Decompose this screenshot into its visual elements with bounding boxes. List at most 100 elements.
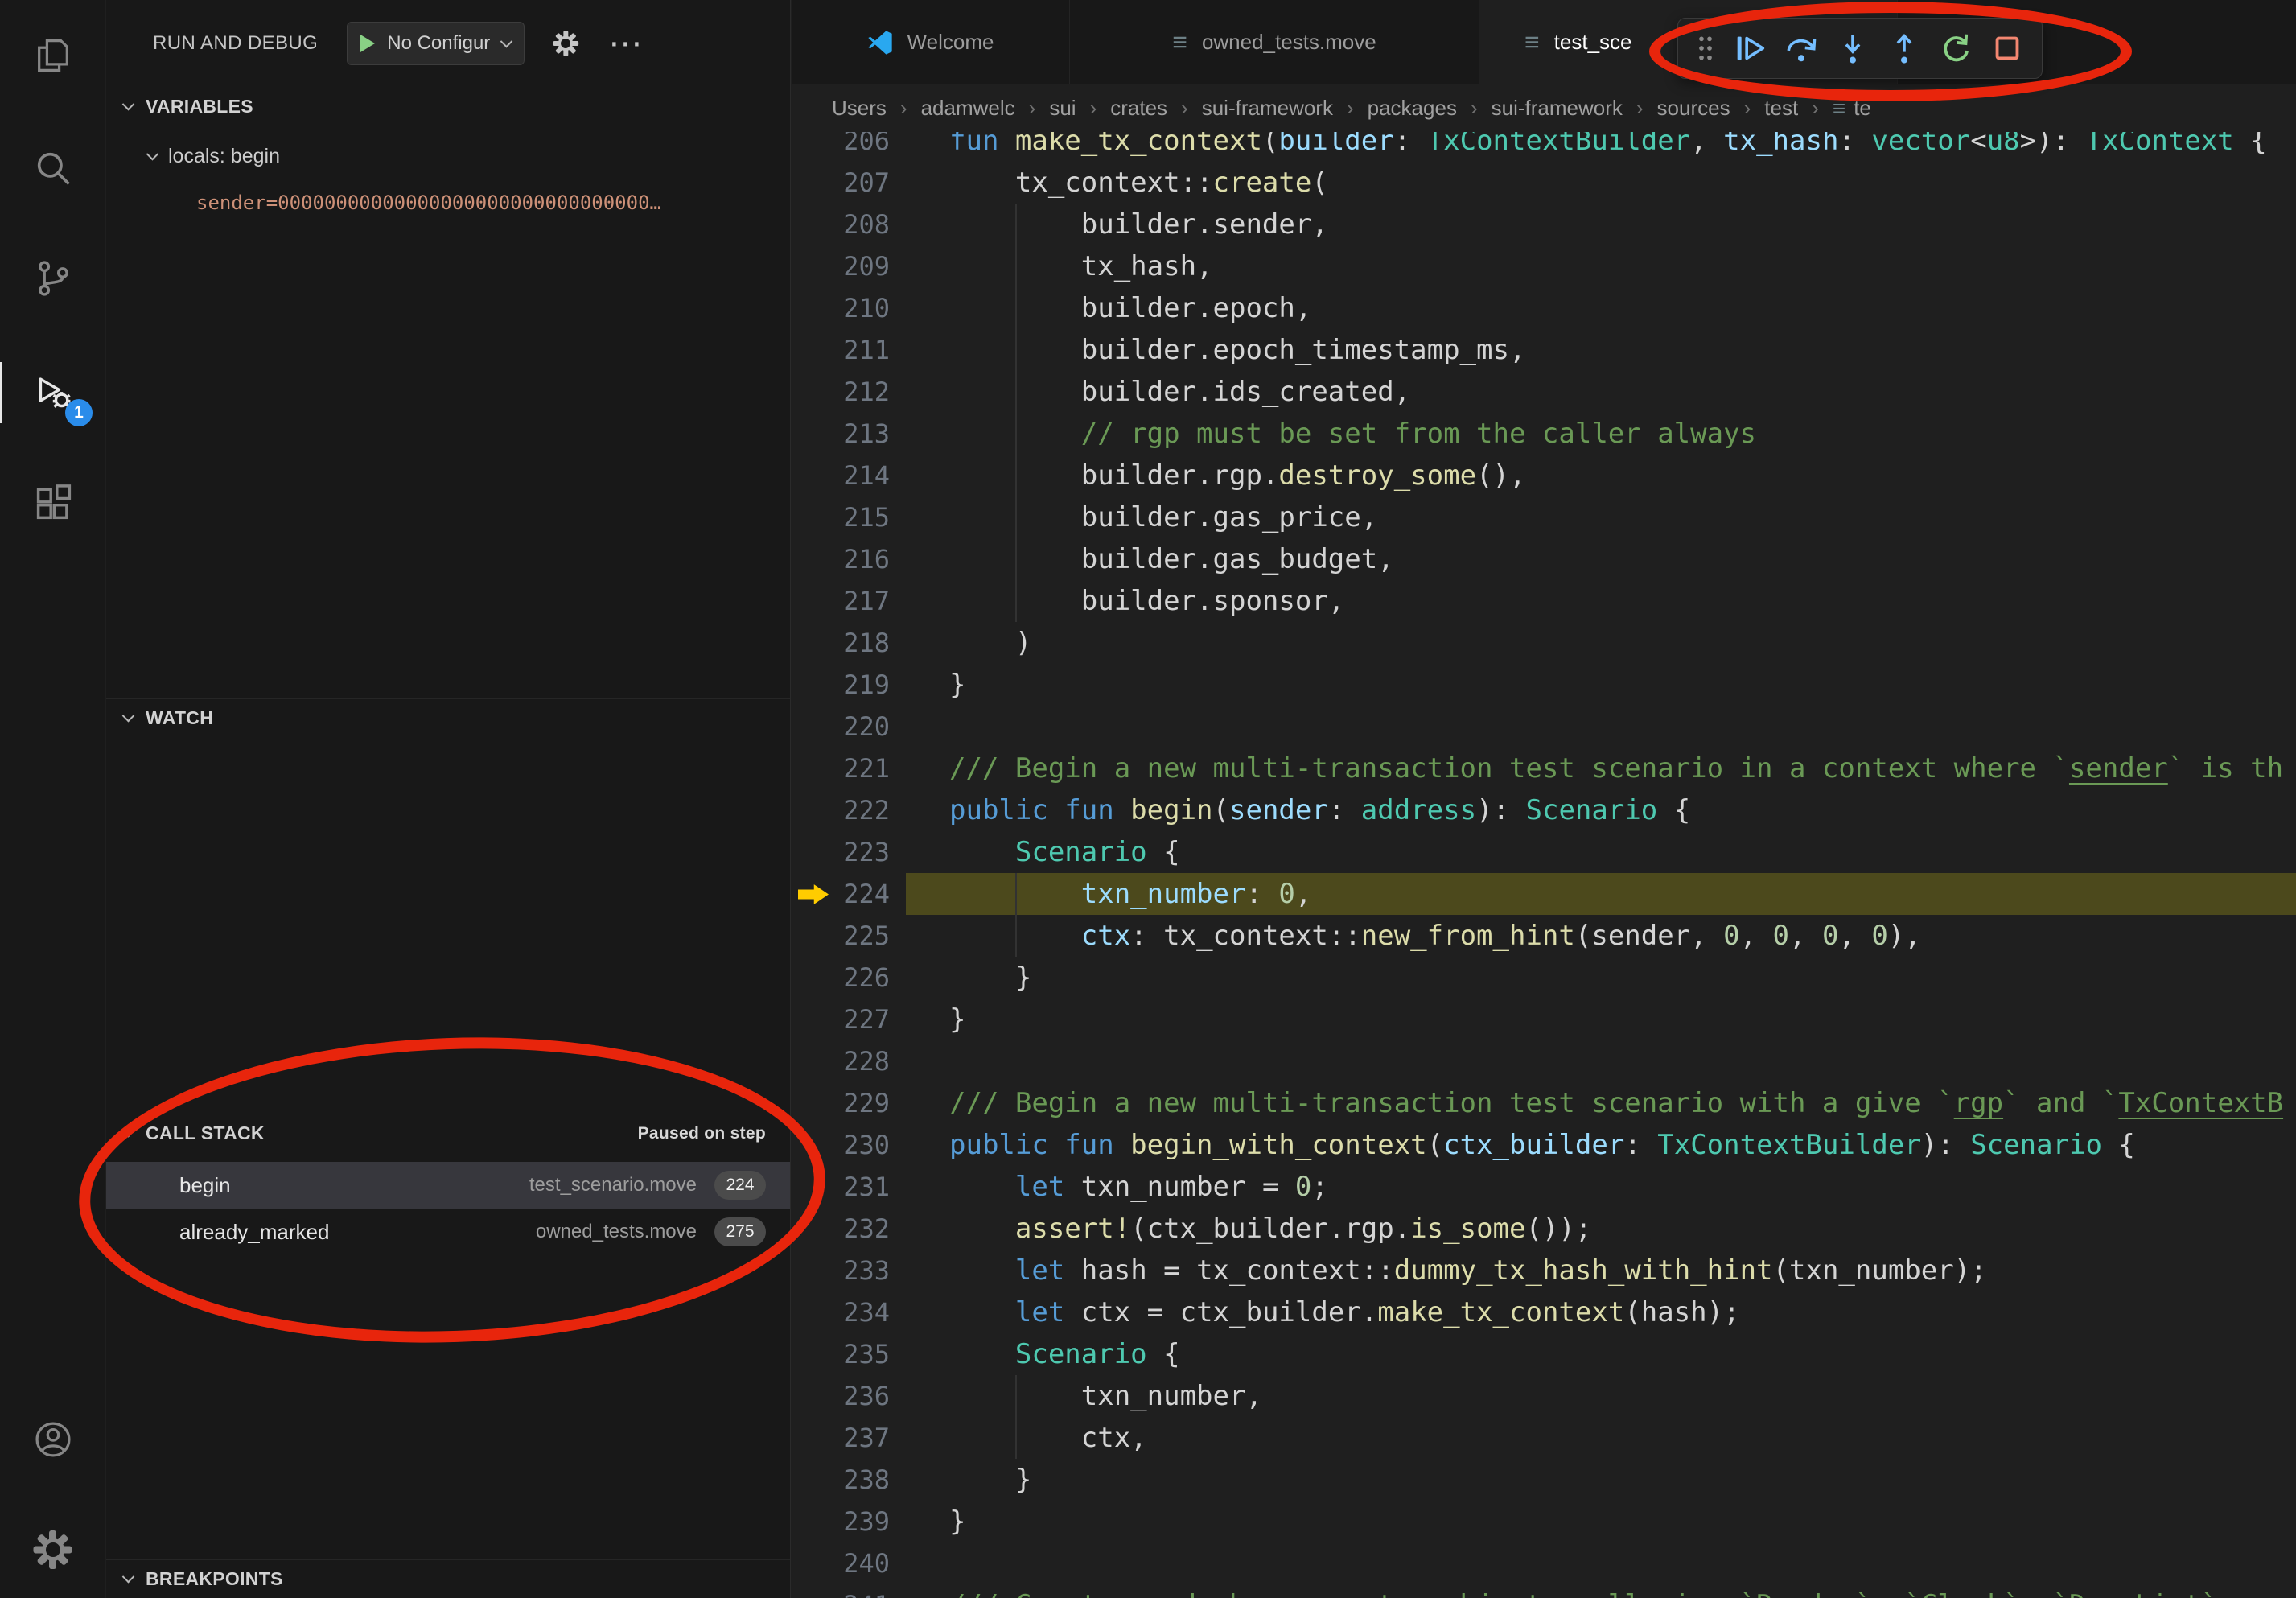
line-number[interactable]: 208 [833,204,890,245]
gutter-glyph-margin[interactable] [792,748,833,789]
step-out-button[interactable] [1881,25,1928,72]
gutter-glyph-margin[interactable] [792,245,833,287]
line-number[interactable]: 211 [833,329,890,371]
code-line[interactable]: 214 builder.rgp.destroy_some(), [792,455,2296,496]
gutter-glyph-margin[interactable] [792,831,833,873]
code-line[interactable]: 206fun make_tx_context(builder: TxContex… [792,132,2296,162]
gutter-glyph-margin[interactable] [792,1459,833,1501]
code-line[interactable]: 235 Scenario { [792,1333,2296,1375]
tab-owned-tests-move[interactable]: ≡owned_tests.move [1070,0,1479,84]
toolbar-drag-handle-icon[interactable] [1689,25,1722,72]
gutter-glyph-margin[interactable] [792,706,833,748]
variable-row-sender[interactable]: sender = 0000000000000000000000000000000… [106,182,790,224]
gutter-glyph-margin[interactable] [792,1501,833,1542]
gutter-glyph-margin[interactable] [792,999,833,1040]
code-line[interactable]: 217 builder.sponsor, [792,580,2296,622]
more-actions-icon[interactable]: ⋯ [608,27,642,60]
activity-accounts[interactable] [0,1398,105,1481]
line-number[interactable]: 223 [833,831,890,873]
code-line[interactable]: 211 builder.epoch_timestamp_ms, [792,329,2296,371]
line-number[interactable]: 240 [833,1542,890,1584]
line-number[interactable]: 216 [833,538,890,580]
line-number[interactable]: 215 [833,496,890,538]
line-number[interactable]: 214 [833,455,890,496]
gutter-glyph-margin[interactable] [792,371,833,413]
gutter-glyph-margin[interactable] [792,873,833,915]
breadcrumb-item[interactable]: sui-framework [1492,96,1623,121]
gutter-glyph-margin[interactable] [792,1375,833,1417]
line-number[interactable]: 231 [833,1166,890,1208]
line-number[interactable]: 236 [833,1375,890,1417]
line-number[interactable]: 225 [833,915,890,957]
gutter-glyph-margin[interactable] [792,1040,833,1082]
code-line[interactable]: 209 tx_hash, [792,245,2296,287]
code-line[interactable]: 227} [792,999,2296,1040]
line-number[interactable]: 224 [833,873,890,915]
code-line[interactable]: 224 txn_number: 0, [792,873,2296,915]
gutter-glyph-margin[interactable] [792,413,833,455]
line-number[interactable]: 218 [833,622,890,664]
breadcrumb-item[interactable]: sui-framework [1202,96,1333,121]
code-line[interactable]: 240 [792,1542,2296,1584]
gutter-glyph-margin[interactable] [792,1417,833,1459]
activity-extensions[interactable] [0,462,105,546]
breadcrumb-item[interactable]: adamwelc [921,96,1015,121]
code-line[interactable]: 212 builder.ids_created, [792,371,2296,413]
code-line[interactable]: 218 ) [792,622,2296,664]
gutter-glyph-margin[interactable] [792,1333,833,1375]
code-line[interactable]: 223 Scenario { [792,831,2296,873]
call-stack-section-header[interactable]: CALL STACK Paused on step [106,1114,790,1152]
line-number[interactable]: 206 [833,132,890,162]
code-line[interactable]: 222public fun begin(sender: address): Sc… [792,789,2296,831]
gutter-glyph-margin[interactable] [792,1082,833,1124]
line-number[interactable]: 222 [833,789,890,831]
start-debugging-icon[interactable] [360,35,375,52]
step-into-button[interactable] [1829,25,1876,72]
code-line[interactable]: 226 } [792,957,2296,999]
breadcrumb-item[interactable]: test [1764,96,1798,121]
code-line[interactable]: 236 txn_number, [792,1375,2296,1417]
line-number[interactable]: 210 [833,287,890,329]
line-number[interactable]: 241 [833,1584,890,1598]
gutter-glyph-margin[interactable] [792,329,833,371]
breadcrumb-item[interactable]: sui [1049,96,1076,121]
code-line[interactable]: 239} [792,1501,2296,1542]
code-line[interactable]: 216 builder.gas_budget, [792,538,2296,580]
gutter-glyph-margin[interactable] [792,1291,833,1333]
line-number[interactable]: 234 [833,1291,890,1333]
breadcrumb-item[interactable]: Users [832,96,887,121]
line-number[interactable]: 227 [833,999,890,1040]
code-line[interactable]: 229/// Begin a new multi-transaction tes… [792,1082,2296,1124]
gutter-glyph-margin[interactable] [792,455,833,496]
code-line[interactable]: 231 let txn_number = 0; [792,1166,2296,1208]
line-number[interactable]: 221 [833,748,890,789]
line-number[interactable]: 239 [833,1501,890,1542]
gutter-glyph-margin[interactable] [792,580,833,622]
gutter-glyph-margin[interactable] [792,496,833,538]
line-number[interactable]: 238 [833,1459,890,1501]
breadcrumb-item[interactable]: ≡te [1833,96,1871,121]
gutter-glyph-margin[interactable] [792,538,833,580]
line-number[interactable]: 232 [833,1208,890,1250]
code-line[interactable]: 215 builder.gas_price, [792,496,2296,538]
activity-explorer[interactable] [0,14,105,97]
code-line[interactable]: 210 builder.epoch, [792,287,2296,329]
line-number[interactable]: 237 [833,1417,890,1459]
line-number[interactable]: 229 [833,1082,890,1124]
gutter-glyph-margin[interactable] [792,132,833,162]
code-line[interactable]: 237 ctx, [792,1417,2296,1459]
gutter-glyph-margin[interactable] [792,789,833,831]
step-over-button[interactable] [1778,25,1825,72]
line-number[interactable]: 233 [833,1250,890,1291]
gutter-glyph-margin[interactable] [792,162,833,204]
gutter-glyph-margin[interactable] [792,664,833,706]
line-number[interactable]: 228 [833,1040,890,1082]
gutter-glyph-margin[interactable] [792,1124,833,1166]
line-number[interactable]: 219 [833,664,890,706]
line-number[interactable]: 230 [833,1124,890,1166]
activity-run-debug[interactable]: 1 [0,351,105,435]
code-line[interactable]: 208 builder.sender, [792,204,2296,245]
gutter-glyph-margin[interactable] [792,1250,833,1291]
line-number[interactable]: 213 [833,413,890,455]
gutter-glyph-margin[interactable] [792,1542,833,1584]
